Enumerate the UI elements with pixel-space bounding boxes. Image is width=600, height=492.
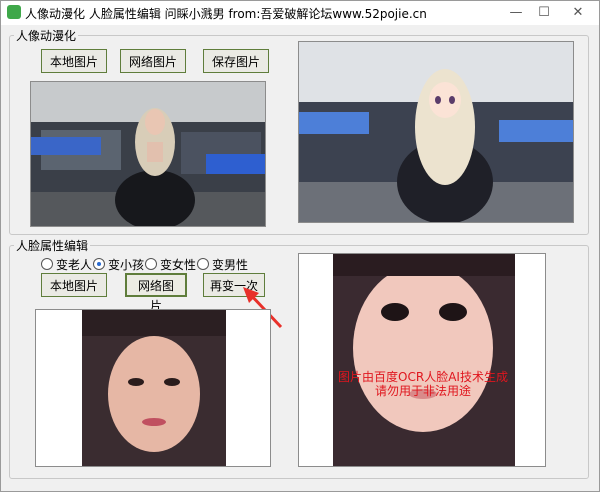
radio-female-label: 变女性 bbox=[160, 258, 197, 272]
close-button[interactable]: ✕ bbox=[563, 3, 593, 23]
anime-result-image bbox=[299, 42, 573, 222]
anime-web-image-button[interactable]: 网络图片 bbox=[120, 49, 186, 73]
radio-female-indicator[interactable] bbox=[145, 258, 157, 270]
anime-result-image-frame bbox=[298, 41, 574, 223]
face-local-image-button[interactable]: 本地图片 bbox=[41, 273, 107, 297]
app-icon bbox=[7, 5, 21, 19]
maximize-button[interactable]: ☐ bbox=[529, 3, 559, 23]
radio-elderly-indicator[interactable] bbox=[41, 258, 53, 270]
radio-elderly-label: 变老人 bbox=[56, 258, 93, 272]
anime-save-image-button[interactable]: 保存图片 bbox=[203, 49, 269, 73]
window-title: 人像动漫化 人脸属性编辑 问睬小溅男 from:吾爱破解论坛www.52poji… bbox=[25, 7, 427, 21]
radio-child-label: 变小孩 bbox=[108, 258, 145, 272]
radio-child[interactable]: 变小孩 bbox=[93, 256, 144, 273]
anime-source-image-frame bbox=[30, 81, 266, 227]
app-window: 人像动漫化 人脸属性编辑 问睬小溅男 from:吾爱破解论坛www.52poji… bbox=[0, 0, 600, 492]
face-result-image-frame: 图片由百度OCR人脸AI技术生成 请勿用于非法用途 bbox=[298, 253, 546, 467]
radio-male[interactable]: 变男性 bbox=[197, 256, 248, 273]
face-web-image-button[interactable]: 网络图片 bbox=[125, 273, 187, 313]
face-source-photo bbox=[36, 310, 270, 466]
radio-elderly[interactable]: 变老人 bbox=[41, 256, 92, 273]
radio-female[interactable]: 变女性 bbox=[145, 256, 196, 273]
anime-group-legend: 人像动漫化 bbox=[16, 29, 77, 43]
title-bar: 人像动漫化 人脸属性编辑 问睬小溅男 from:吾爱破解论坛www.52poji… bbox=[1, 1, 599, 25]
radio-male-label: 变男性 bbox=[212, 258, 249, 272]
face-source-image-frame bbox=[35, 309, 271, 467]
radio-child-indicator[interactable] bbox=[93, 258, 105, 270]
anime-local-image-button[interactable]: 本地图片 bbox=[41, 49, 107, 73]
radio-male-indicator[interactable] bbox=[197, 258, 209, 270]
face-group-legend: 人脸属性编辑 bbox=[16, 239, 89, 253]
result-notice-line2: 请勿用于非法用途 bbox=[374, 384, 471, 398]
face-result-image bbox=[299, 254, 545, 466]
anime-source-photo bbox=[31, 82, 265, 226]
minimize-button[interactable]: — bbox=[501, 3, 531, 23]
